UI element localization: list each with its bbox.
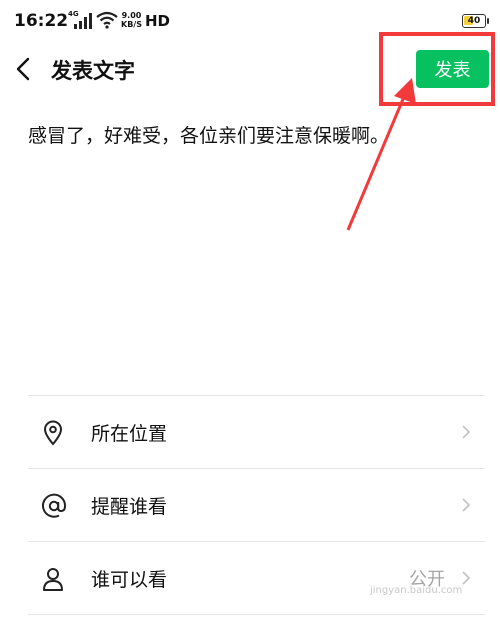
options-list: 所在位置 提醒谁看 谁可以看 公开 <box>28 395 485 615</box>
person-icon <box>41 566 65 591</box>
speed-value: 9.00 <box>121 11 142 20</box>
chevron-right-icon <box>461 570 471 590</box>
back-arrow-icon[interactable] <box>12 56 36 86</box>
post-text-input[interactable]: 感冒了，好难受，各位亲们要注意保暖啊。 <box>28 122 478 150</box>
battery-level: 40 <box>467 16 481 26</box>
divider <box>28 614 485 615</box>
location-pin-icon <box>41 420 65 446</box>
option-label: 所在位置 <box>91 423 168 445</box>
speed-unit: KB/S <box>121 20 142 29</box>
option-mention[interactable]: 提醒谁看 <box>28 469 485 541</box>
chevron-right-icon <box>461 497 471 517</box>
chevron-right-icon <box>461 424 471 444</box>
annotation-arrow-icon <box>330 70 420 244</box>
network-type: 4G <box>68 10 79 18</box>
page-title: 发表文字 <box>51 59 135 83</box>
battery-icon: 40 <box>462 14 489 28</box>
option-visibility[interactable]: 谁可以看 公开 <box>28 542 485 614</box>
network-speed: 9.00 KB/S <box>121 11 142 29</box>
option-label: 提醒谁看 <box>91 496 168 518</box>
option-location[interactable]: 所在位置 <box>28 396 485 468</box>
at-sign-icon <box>41 493 67 518</box>
watermark: jingyan.baidu.com <box>370 585 463 596</box>
status-time: 16:22 <box>14 11 69 31</box>
compose-text-page: 16:22 4G 9.00 KB/S HD 40 发表文字 发表 感冒了，好难受… <box>0 0 500 622</box>
wifi-icon <box>96 11 118 33</box>
signal-icon: 4G <box>68 10 94 33</box>
hd-indicator: HD <box>145 12 171 30</box>
option-label: 谁可以看 <box>91 569 168 591</box>
